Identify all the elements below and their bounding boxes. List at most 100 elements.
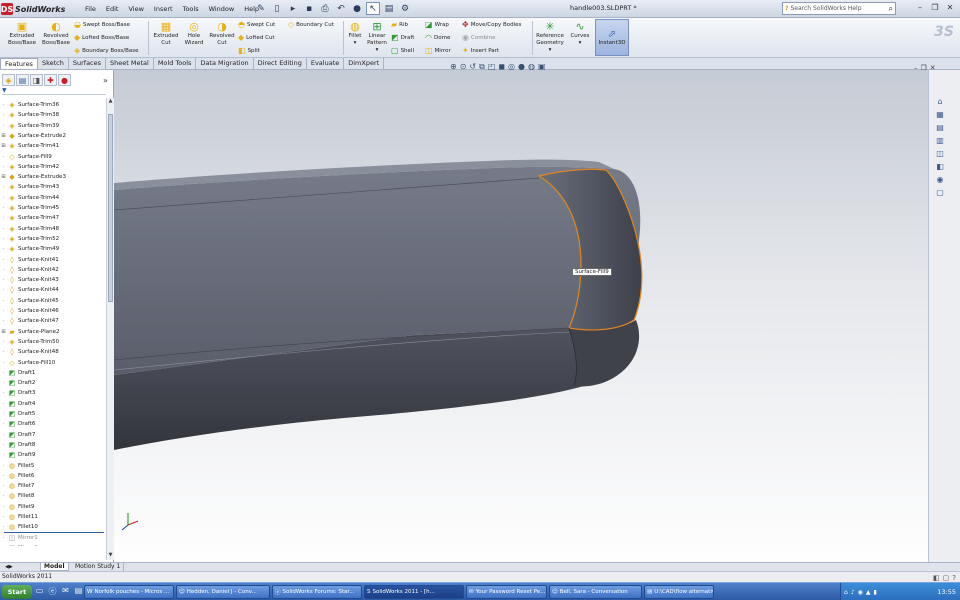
solidworks-logo[interactable]: DS SolidWorks bbox=[1, 2, 67, 16]
rib-button[interactable]: ▰ Rib bbox=[391, 20, 408, 29]
rebuild-icon[interactable]: ● bbox=[350, 2, 364, 15]
dropdown-arrow-icon[interactable]: ▾ bbox=[549, 47, 552, 54]
section-view-icon[interactable]: ⧉ bbox=[479, 62, 485, 72]
feature-tree-item[interactable]: · ◊ Surface-Knit43 bbox=[0, 275, 106, 285]
boundary-boss-button[interactable]: ◈ Boundary Boss/Base bbox=[74, 46, 139, 55]
feature-tree-item[interactable]: ⊞ ▰ Surface-Plane2 bbox=[0, 327, 106, 337]
internet-explorer-icon[interactable]: ⓔ bbox=[47, 586, 58, 597]
folder-icon[interactable]: ▤ bbox=[73, 586, 84, 597]
taskbar-item[interactable]: ✉ Your Password Reset Pe... bbox=[466, 585, 547, 599]
feature-tree-item[interactable]: · ◊ Surface-Knit48 bbox=[0, 347, 106, 357]
tab-sheet-metal[interactable]: Sheet Metal bbox=[106, 58, 154, 69]
wrap-button[interactable]: ◪ Wrap bbox=[425, 20, 449, 29]
split-button[interactable]: ◧ Split bbox=[238, 46, 260, 55]
feature-tree-item[interactable]: ⊞ ◈ Surface-Trim41 bbox=[0, 141, 106, 151]
shell-button[interactable]: ▢ Shell bbox=[391, 46, 414, 55]
taskbar-item[interactable]: S SolidWorks 2011 - [h... bbox=[364, 585, 464, 599]
feature-tree-item[interactable]: · ◇ Surface-Fill9 bbox=[0, 152, 106, 162]
feature-tree-item[interactable]: · ◈ Surface-Trim44 bbox=[0, 193, 106, 203]
select-icon[interactable]: ↖ bbox=[366, 2, 380, 15]
pin-icon[interactable]: ✎ bbox=[254, 2, 268, 15]
feature-tree-item[interactable]: · ◍ Fillet6 bbox=[0, 471, 106, 481]
scroll-thumb[interactable] bbox=[108, 114, 113, 302]
extruded-cut-button[interactable]: ▦ Extruded Cut bbox=[151, 20, 181, 47]
dropdown-arrow-icon[interactable]: ▾ bbox=[354, 40, 357, 47]
tab-features[interactable]: Features bbox=[0, 58, 38, 69]
previous-view-icon[interactable]: ↺ bbox=[469, 62, 476, 72]
search-tab-icon[interactable]: ◫ bbox=[934, 148, 946, 159]
property-manager-tab-icon[interactable]: ▤ bbox=[16, 74, 29, 86]
feature-tree-item[interactable]: ⊞ ◆ Surface-Extrude3 bbox=[0, 172, 106, 182]
minimize-icon[interactable]: – bbox=[914, 3, 926, 12]
tab-evaluate[interactable]: Evaluate bbox=[307, 58, 345, 69]
instant3d-button[interactable]: ⬀ Instant3D bbox=[595, 19, 629, 56]
swept-cut-button[interactable]: ◓ Swept Cut bbox=[238, 20, 275, 29]
feature-tree-item[interactable]: · ◈ Surface-Trim42 bbox=[0, 162, 106, 172]
swept-boss-button[interactable]: ◒ Swept Boss/Base bbox=[74, 20, 130, 29]
feature-tree-item[interactable]: ⊞ ◆ Surface-Extrude2 bbox=[0, 131, 106, 141]
viewport-restore-icon[interactable]: ❐ bbox=[921, 64, 927, 72]
rollback-bar[interactable] bbox=[4, 532, 104, 533]
feature-tree-item[interactable]: · ◍ Fillet10 bbox=[0, 522, 106, 532]
menu-view[interactable]: View bbox=[123, 3, 148, 15]
appearances-icon[interactable]: ◉ bbox=[934, 174, 946, 185]
feature-tree-item[interactable]: · ◍ Fillet9 bbox=[0, 502, 106, 512]
clock[interactable]: 13:55 bbox=[937, 588, 956, 596]
combine-button[interactable]: ◉ Combine bbox=[462, 33, 495, 42]
feature-tree-item[interactable]: · ◩ Draft4 bbox=[0, 399, 106, 409]
dropdown-arrow-icon[interactable]: ▾ bbox=[376, 47, 379, 54]
feature-tree-item[interactable]: · ◈ Surface-Trim39 bbox=[0, 121, 106, 131]
feature-tree-item[interactable]: · ◍ Fillet11 bbox=[0, 512, 106, 522]
options-icon[interactable]: ⚙ bbox=[398, 2, 412, 15]
feature-tree-item[interactable]: · ◈ Surface-Trim50 bbox=[0, 337, 106, 347]
taskbar-item[interactable]: ☺ Bell, Sara - Conversation bbox=[549, 585, 642, 599]
zoom-to-area-icon[interactable]: ⊙ bbox=[460, 62, 467, 72]
view-orientation-icon[interactable]: ◰ bbox=[488, 62, 496, 72]
undo-icon[interactable]: ↶ bbox=[334, 2, 348, 15]
search-icon[interactable]: ⌕ bbox=[889, 4, 893, 14]
zoom-to-fit-icon[interactable]: ⊕ bbox=[450, 62, 457, 72]
file-properties-icon[interactable]: ▤ bbox=[382, 2, 396, 15]
viewport-minimize-icon[interactable]: – bbox=[914, 64, 918, 72]
feature-tree-item[interactable]: · ◫ Mirror1 bbox=[0, 533, 106, 543]
filter-bar[interactable]: ▼ bbox=[2, 87, 106, 95]
tab-surfaces[interactable]: Surfaces bbox=[69, 58, 107, 69]
expand-icon[interactable]: ⊞ bbox=[0, 329, 7, 335]
scroll-down-icon[interactable]: ▼ bbox=[107, 552, 114, 560]
linear-pattern-button[interactable]: ⊞ Linear Pattern ▾ bbox=[366, 20, 388, 54]
feature-tree-item[interactable]: · ◈ Surface-Trim52 bbox=[0, 234, 106, 244]
feature-tree-item[interactable]: · ◩ Draft8 bbox=[0, 440, 106, 450]
view-settings-icon[interactable]: ▣ bbox=[538, 62, 546, 72]
tab-direct-editing[interactable]: Direct Editing bbox=[254, 58, 307, 69]
tab-data-migration[interactable]: Data Migration bbox=[196, 58, 254, 69]
hole-wizard-button[interactable]: ◎ Hole Wizard bbox=[181, 20, 207, 47]
feature-tree-item[interactable]: · ◊ Surface-Knit44 bbox=[0, 285, 106, 295]
open-icon[interactable]: ▸ bbox=[286, 2, 300, 15]
battery-icon[interactable]: ▮ bbox=[874, 589, 877, 596]
feature-tree-item[interactable]: · ◊ Surface-Knit46 bbox=[0, 306, 106, 316]
menu-tools[interactable]: Tools bbox=[178, 3, 204, 15]
feature-tree-item[interactable]: · ◩ Draft7 bbox=[0, 430, 106, 440]
menu-file[interactable]: File bbox=[80, 3, 101, 15]
graphics-area[interactable]: Surface-Fill9 bbox=[114, 70, 928, 562]
print-icon[interactable]: ⎙ bbox=[318, 2, 332, 15]
lofted-cut-button[interactable]: ◆ Lofted Cut bbox=[238, 33, 275, 42]
feature-tree-tab-icon[interactable]: ◈ bbox=[2, 74, 15, 86]
configuration-manager-tab-icon[interactable]: ◨ bbox=[30, 74, 43, 86]
revolved-boss-button[interactable]: ◐ Revolved Boss/Base bbox=[40, 20, 72, 47]
taskbar-item[interactable]: ▤ U:\CAD\flow alternative bbox=[644, 585, 714, 599]
lofted-boss-button[interactable]: ◆ Lofted Boss/Base bbox=[74, 33, 129, 42]
dome-button[interactable]: ◠ Dome bbox=[425, 33, 450, 42]
feature-tree-item[interactable]: · ◍ Fillet7 bbox=[0, 481, 106, 491]
feature-tree-item[interactable]: · ◩ Draft9 bbox=[0, 450, 106, 460]
home-icon[interactable]: ⌂ bbox=[934, 96, 946, 107]
boundary-cut-button[interactable]: ◇ Boundary Cut bbox=[288, 20, 334, 29]
show-desktop-icon[interactable]: ▭ bbox=[34, 586, 45, 597]
design-library-icon[interactable]: ▤ bbox=[934, 122, 946, 133]
custom-properties-icon[interactable]: ▢ bbox=[934, 187, 946, 198]
network-icon[interactable]: ⌂ bbox=[844, 589, 848, 596]
feature-tree-item[interactable]: · ◈ Surface-Trim36 bbox=[0, 100, 106, 110]
dropdown-arrow-icon[interactable]: ▾ bbox=[579, 40, 582, 47]
tab-scroll-icon[interactable]: ◀▶ bbox=[2, 563, 16, 571]
menu-edit[interactable]: Edit bbox=[101, 3, 124, 15]
